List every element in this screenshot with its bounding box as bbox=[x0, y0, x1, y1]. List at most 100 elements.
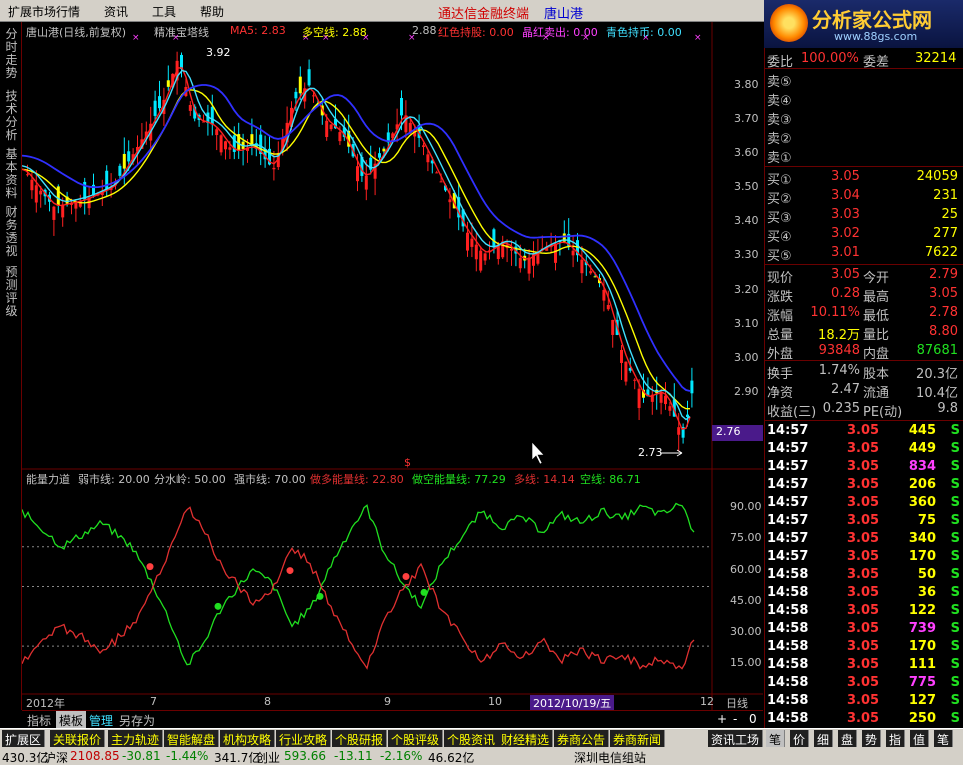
energy-name: 能量力道 bbox=[26, 473, 70, 486]
vtab-technical[interactable]: 技术分析 bbox=[3, 90, 20, 142]
stat-row: 现价 3.05 今开 2.79 bbox=[767, 267, 958, 286]
tab-manage[interactable]: 管理 bbox=[86, 711, 116, 729]
info-tab[interactable]: 行业攻略 bbox=[276, 730, 332, 747]
candle-body bbox=[188, 105, 192, 111]
tab-template[interactable]: 模板 bbox=[56, 711, 87, 729]
candle-body bbox=[325, 120, 329, 137]
tick-row: 14:57 3.05 75 S bbox=[767, 513, 960, 528]
candle-body bbox=[422, 145, 425, 147]
status-sz-change: -30.81 bbox=[122, 749, 161, 763]
candle-body bbox=[620, 349, 623, 363]
tab-indicator[interactable]: 指标 bbox=[24, 711, 54, 729]
right-tab[interactable]: 细 bbox=[814, 730, 834, 747]
candle-body bbox=[382, 148, 386, 152]
quote-header: 委比 100.00% 委差 32214 bbox=[767, 51, 957, 70]
right-tab[interactable]: 势 bbox=[862, 730, 882, 747]
right-tab[interactable]: 盘 bbox=[838, 730, 858, 747]
vtab-forecast[interactable]: 预测评级 bbox=[3, 266, 20, 318]
info-tab[interactable]: 关联报价 bbox=[50, 730, 106, 747]
candle-body bbox=[624, 361, 628, 382]
energy-do-more: 做多能量线: 22.80 bbox=[310, 473, 404, 486]
info-tab[interactable]: 主力轨迹 bbox=[108, 730, 164, 747]
candle-body bbox=[228, 147, 232, 150]
status-sz-index: 2108.85 bbox=[70, 749, 120, 763]
energy-water: 分水岭: 50.00 bbox=[154, 473, 226, 486]
status-site: 深圳电信组站 bbox=[574, 751, 647, 765]
vtab-basic[interactable]: 基本资料 bbox=[3, 148, 20, 200]
candle-body bbox=[329, 124, 333, 130]
energy-tick: 90.00 bbox=[730, 500, 762, 513]
reset-button[interactable]: 0 bbox=[746, 711, 760, 729]
tick-row: 14:58 3.05 739 S bbox=[767, 621, 960, 636]
menu-item-news[interactable]: 资讯 bbox=[104, 3, 128, 20]
menu-item-market[interactable]: 扩展市场行情 bbox=[8, 3, 80, 20]
buy-row[interactable]: 买① 3.05 24059 bbox=[765, 168, 963, 188]
tick-row: 14:57 3.05 170 S bbox=[767, 549, 960, 564]
vtab-finance[interactable]: 财务透视 bbox=[3, 206, 20, 258]
right-tab[interactable]: 价 bbox=[790, 730, 810, 747]
buy-row[interactable]: 买② 3.04 231 bbox=[765, 187, 963, 207]
tick-row: 14:57 3.05 445 S bbox=[767, 423, 960, 438]
menu-item-help[interactable]: 帮助 bbox=[200, 3, 224, 20]
candle-body bbox=[105, 170, 109, 190]
sell-row[interactable]: 卖① bbox=[765, 146, 963, 166]
kline-chart[interactable]: × × × × × × × × × × 唐山港(日线,前复权) 精准宝塔线 MA5: 2.83 多… bbox=[22, 22, 763, 711]
chart-canvas[interactable]: × × × × × × × × × × bbox=[22, 22, 763, 710]
legend-indicator: 精准宝塔线 bbox=[154, 26, 209, 39]
buy-row[interactable]: 买④ 3.02 277 bbox=[765, 225, 963, 245]
buy-row[interactable]: 买⑤ 3.01 7622 bbox=[765, 244, 963, 264]
candle-body bbox=[510, 249, 513, 251]
right-tab[interactable]: 值 bbox=[910, 730, 930, 747]
info-tab[interactable]: 个股评级 bbox=[388, 730, 444, 747]
x-mark: × bbox=[132, 33, 140, 43]
candle-body bbox=[52, 206, 56, 220]
quote-panel: 委比 100.00% 委差 32214 卖⑤ 卖④ 卖③ 卖② 卖① 买① 3.05 240… bbox=[764, 48, 963, 728]
info-tab[interactable]: 智能解盘 bbox=[164, 730, 220, 747]
buy-row[interactable]: 买③ 3.03 25 bbox=[765, 206, 963, 226]
energy-tick: 45.00 bbox=[730, 594, 762, 607]
menu-item-tools[interactable]: 工具 bbox=[152, 3, 176, 20]
candle-body bbox=[606, 304, 610, 310]
zoom-in-button[interactable]: + bbox=[714, 711, 730, 729]
price-tick: 3.10 bbox=[734, 317, 759, 330]
vtab-timeshare[interactable]: 分时走势 bbox=[3, 28, 20, 80]
sell-row[interactable]: 卖② bbox=[765, 127, 963, 147]
candle-body bbox=[633, 379, 637, 381]
period-label[interactable]: 日线 bbox=[726, 695, 748, 711]
sell-row[interactable]: 卖③ bbox=[765, 108, 963, 128]
candle-body bbox=[307, 69, 311, 86]
date-tick: 8 bbox=[264, 695, 271, 708]
candle-body bbox=[210, 106, 214, 125]
stat2-row: 换手 1.74% 股本 20.3亿 bbox=[767, 363, 958, 382]
energy-multi: 多线: 14.14 bbox=[514, 473, 575, 486]
info-tab[interactable]: 个股研报 bbox=[332, 730, 388, 747]
info-tab[interactable]: 券商公告 bbox=[554, 730, 610, 747]
right-tab[interactable]: 指 bbox=[886, 730, 906, 747]
stat-row: 涨跌 0.28 最高 3.05 bbox=[767, 286, 958, 305]
tab-save-as[interactable]: 另存为 bbox=[116, 711, 158, 729]
info-tab[interactable]: 扩展区 bbox=[2, 730, 46, 747]
cursor-price-label: 2.76 bbox=[712, 425, 763, 441]
vertical-tabs: 分时走势 技术分析 基本资料 财务透视 预测评级 bbox=[0, 22, 22, 710]
candle-body bbox=[439, 181, 443, 183]
price-tick: 3.80 bbox=[734, 78, 759, 91]
cross-signal-icon bbox=[420, 588, 428, 596]
candle-body bbox=[312, 95, 315, 97]
candle-body bbox=[298, 76, 302, 94]
info-tab[interactable]: 财经精选 bbox=[498, 730, 554, 747]
info-tab[interactable]: 个股资讯 bbox=[444, 730, 500, 747]
right-tab[interactable]: 资讯工场 bbox=[708, 730, 764, 747]
sell-row[interactable]: 卖⑤ bbox=[765, 70, 963, 90]
legend-red-hold: 红色持股: 0.00 bbox=[438, 26, 514, 39]
info-tab[interactable]: 机构攻略 bbox=[220, 730, 276, 747]
right-tab[interactable]: 笔 bbox=[934, 730, 954, 747]
sell-row[interactable]: 卖④ bbox=[765, 89, 963, 109]
cross-signal-icon bbox=[214, 602, 222, 610]
candle-body bbox=[356, 166, 359, 182]
candle-body bbox=[527, 257, 531, 274]
info-tab[interactable]: 券商新闻 bbox=[610, 730, 666, 747]
right-tab[interactable]: 笔 bbox=[766, 730, 786, 747]
candle-body bbox=[492, 229, 496, 248]
zoom-out-button[interactable]: - bbox=[730, 711, 740, 729]
candle-body bbox=[479, 250, 483, 271]
